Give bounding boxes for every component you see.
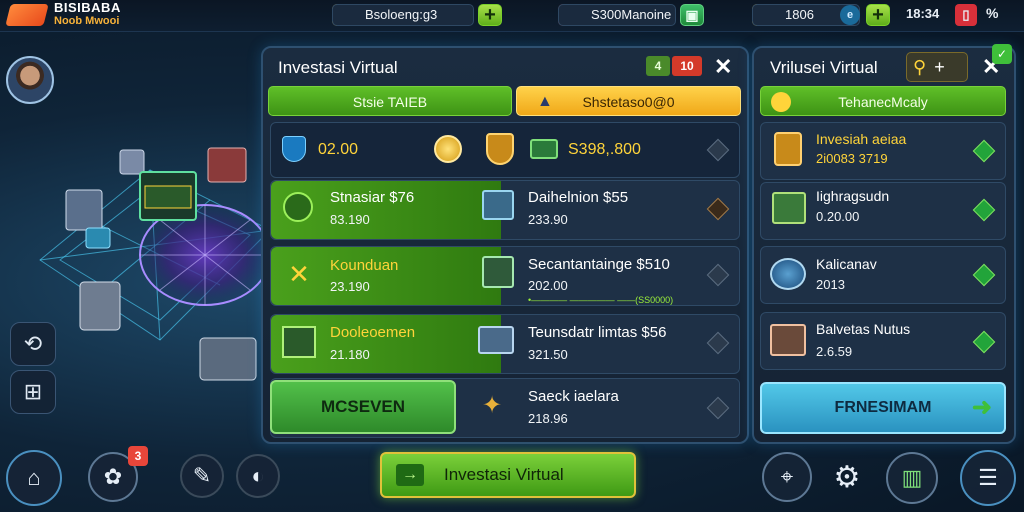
side-tab[interactable]: TehanecMcaly (760, 86, 1006, 116)
monitor-icon (482, 190, 514, 220)
gift-notification-badge: 3 (128, 446, 148, 466)
close-investment-panel-button[interactable]: ✕ (714, 54, 732, 80)
building-icon (770, 324, 806, 356)
investment-world-map (39, 147, 270, 381)
side-row2-value: 0.20.00 (816, 209, 860, 224)
arrow-cta-icon: → (396, 464, 424, 486)
search-add-button[interactable]: ⚲ + (906, 52, 968, 82)
gear-icon: ⚙ (833, 460, 861, 494)
shield-button[interactable]: ◐ (236, 454, 280, 498)
logo-subtitle: Noob Mwooi (54, 15, 120, 27)
add-resource-3-button[interactable]: + (866, 4, 890, 26)
row1-left-value: 83.190 (330, 212, 370, 227)
cash-icon (530, 139, 558, 159)
rocket-launch-icon: ✦ (482, 392, 503, 419)
side-row1-title: Invesiah aeiaa (816, 131, 907, 147)
row3-left-value: 21.180 (330, 347, 370, 362)
stats-button[interactable]: ▥ (886, 452, 938, 504)
market-button[interactable]: ⌖ (762, 452, 812, 502)
invest-now-button[interactable]: MCSEVEN (270, 380, 456, 434)
row2-left-value: 23.190 (330, 279, 370, 294)
row1-right-value: 233.90 (528, 212, 568, 227)
level-tag: 4 (646, 56, 670, 76)
home-icon: ⌂ (27, 465, 41, 490)
side-panel-title: Vrilusei Virtual (770, 58, 878, 77)
side-confirm-label: FRNESIMAM (834, 399, 932, 416)
tab-shares[interactable]: ▲ Shstetaso0@0 (516, 86, 741, 116)
gold-badge-icon (486, 133, 514, 165)
menu-icon: ☰ (978, 465, 998, 490)
bar-chart-icon: ▥ (901, 465, 923, 490)
cash-value: S398,.800 (568, 141, 641, 158)
rocket-small-icon: ✎ (192, 463, 212, 488)
side-row4-title: Balvetas Nutus (816, 321, 911, 337)
side-tab-label: TehanecMcaly (838, 94, 928, 110)
row2-left-title: Kounduan (330, 257, 399, 274)
row2-right-title: Secantantainge $510 (528, 256, 670, 273)
growth-target-icon (283, 192, 313, 222)
row2-right-value: 202.00 (528, 278, 568, 293)
alert-tag: 10 (672, 56, 702, 76)
land-plot-icon (282, 326, 316, 358)
shield-icon (282, 136, 306, 162)
tab-stocks[interactable]: Stsie TAIEB (268, 86, 512, 116)
settings-shortcut-icon[interactable]: % (986, 5, 998, 21)
game-logo-icon (5, 4, 49, 26)
logo-title: BISIBABA (54, 0, 121, 15)
machine-icon (478, 326, 514, 354)
side-confirm-button[interactable]: FRNESIMAM ➜ (760, 382, 1006, 434)
trophy-icon (774, 132, 802, 166)
row3-right-title: Teunsdatr limtas $56 (528, 324, 667, 341)
investment-panel-title: Investasi Virtual (278, 58, 398, 77)
mail-alert-icon[interactable]: ▯ (955, 4, 977, 26)
side-row3-title: Kalicanav (816, 256, 877, 272)
rocket-button[interactable]: ✎ (180, 454, 224, 498)
gift-icon: ✿ (103, 464, 123, 489)
row1-right-title: Daihelnion $55 (528, 189, 629, 206)
resource-value-3: 1806 (785, 7, 814, 22)
add-resource-1-button[interactable]: + (478, 4, 502, 26)
coin-icon (434, 135, 462, 163)
market-icon: ⌖ (780, 464, 794, 489)
crate-icon (772, 192, 806, 224)
shield-value: 02.00 (318, 141, 359, 158)
row4-right-title: Saeck iaelara (528, 388, 619, 405)
invest-virtual-cta[interactable]: → Investasi Virtual (380, 452, 636, 498)
side-row4-value: 2.6.59 (816, 344, 853, 359)
plus-icon: + (934, 57, 945, 77)
resource-value-1: Bsoloeng:g3 (365, 7, 438, 22)
resource-counter-2: S300Manoine (558, 4, 676, 26)
clock-time: 18:34 (906, 6, 940, 21)
side-row1-value: 2i0083 3719 (816, 151, 888, 166)
tab-shares-label: Shstetaso0@0 (582, 94, 675, 110)
resource-value-2: S300Manoine (591, 7, 672, 22)
home-button[interactable]: ⌂ (6, 450, 62, 506)
tools-icon: ✕ (288, 259, 310, 289)
side-row3-value: 2013 (816, 277, 845, 292)
arrow-right-icon: ➜ (971, 394, 992, 421)
info-icon[interactable]: e (840, 5, 860, 25)
shield-small-icon: ◐ (251, 463, 265, 488)
player-avatar[interactable] (6, 56, 54, 104)
rocket-icon: ▲ (537, 93, 553, 110)
gear-coin-icon (770, 258, 806, 290)
row3-right-value: 321.50 (528, 347, 568, 362)
add-resource-2-button[interactable]: ▣ (680, 4, 704, 26)
row3-left-title: Dooleoemen (330, 324, 416, 341)
row4-right-value: 218.96 (528, 411, 568, 426)
row1-left-title: Stnasiar $76 (330, 189, 415, 206)
coin-tab-icon (771, 92, 791, 112)
search-icon: ⚲ (913, 57, 927, 77)
settings-button[interactable]: ⚙ (822, 452, 872, 502)
invest-virtual-label: Investasi Virtual (444, 465, 564, 484)
chart-screen-icon (482, 256, 514, 288)
side-row2-title: Iighragsudn (816, 188, 890, 204)
resource-counter-1: Bsoloeng:g3 (332, 4, 474, 26)
check-badge-icon: ✓ (992, 44, 1012, 64)
row2-right-note: •———— ————— ——(SS0000) (528, 295, 674, 305)
menu-button[interactable]: ☰ (960, 450, 1016, 506)
